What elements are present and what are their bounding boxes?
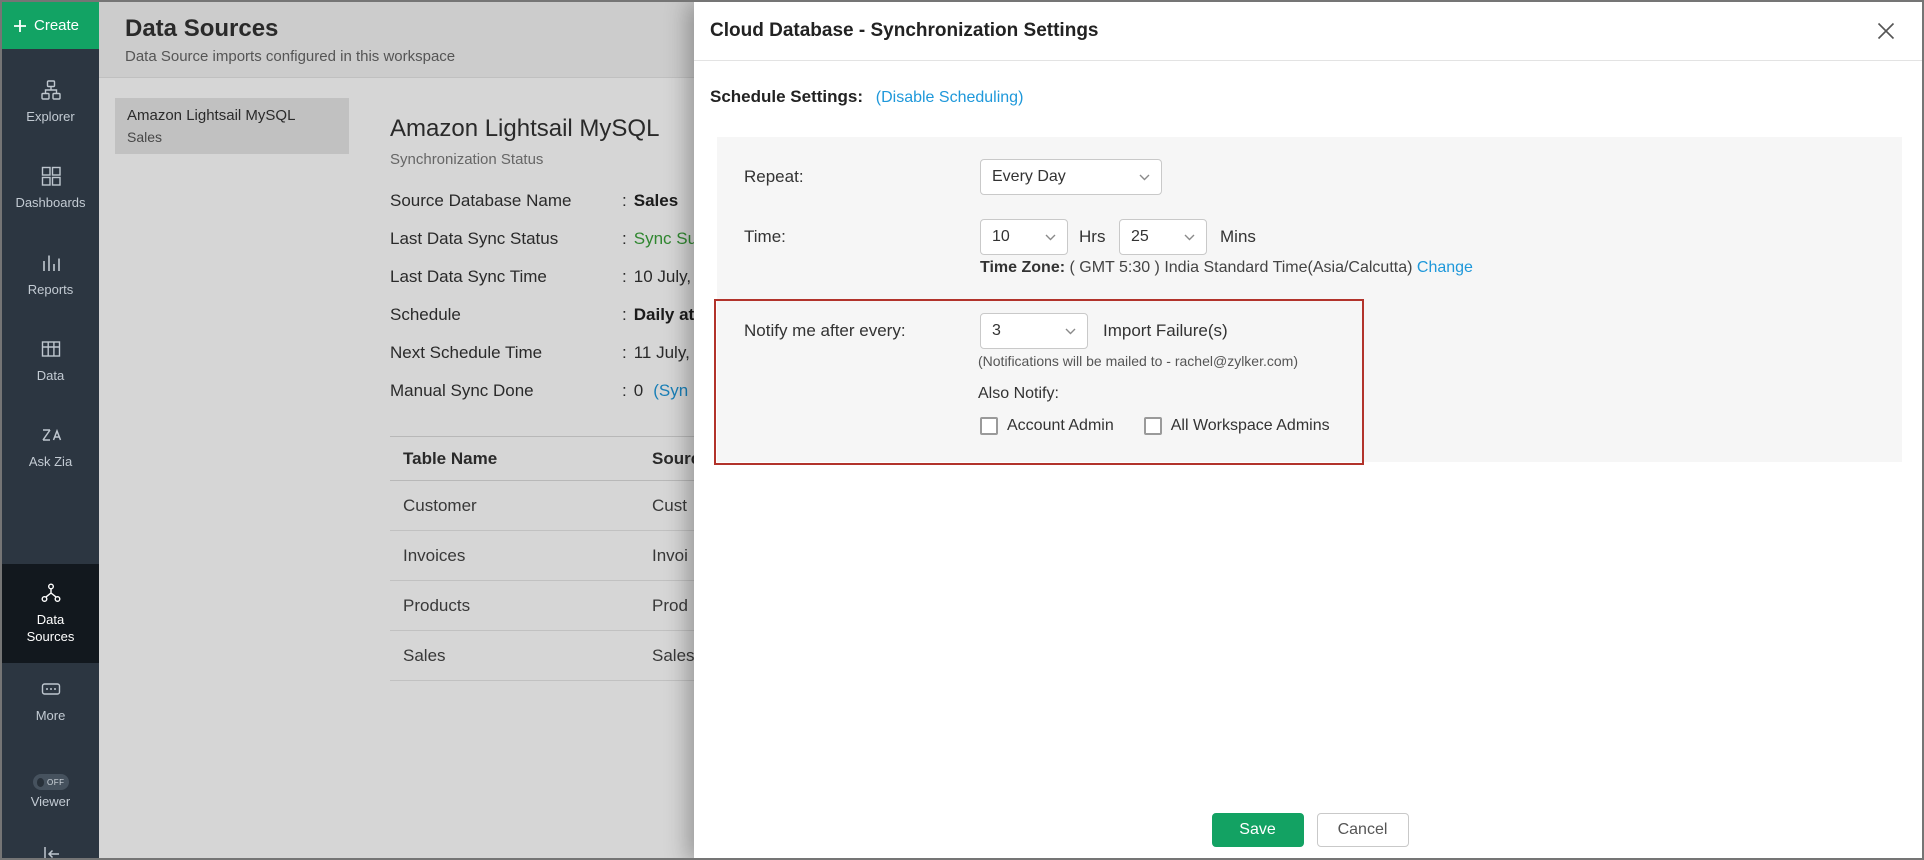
sidebar-item-explorer[interactable]: Explorer: [2, 59, 99, 145]
sidebar-item-viewer[interactable]: OFF Viewer: [2, 759, 99, 825]
failure-count-dropdown[interactable]: 3: [980, 313, 1088, 349]
notify-label: Notify me after every:: [744, 313, 906, 349]
all-workspace-admins-checkbox[interactable]: [1144, 417, 1162, 435]
timezone-row: Time Zone: ( GMT 5:30 ) India Standard T…: [980, 259, 1473, 277]
cancel-button[interactable]: Cancel: [1317, 813, 1409, 847]
modal-header: Cloud Database - Synchronization Setting…: [694, 2, 1924, 61]
create-button[interactable]: Create: [2, 2, 99, 49]
sidebar-item-label: Explorer: [26, 109, 74, 125]
minutes-dropdown[interactable]: 25: [1119, 219, 1207, 255]
data-sources-icon: [40, 582, 62, 607]
chevron-down-icon: [1065, 328, 1076, 335]
sidebar-item-label: Data: [37, 368, 64, 384]
chevron-down-icon: [1045, 234, 1056, 241]
data-table-icon: [40, 338, 62, 363]
repeat-dropdown[interactable]: Every Day: [980, 159, 1162, 195]
import-failures-label: Import Failure(s): [1103, 313, 1228, 349]
failure-count-value: 3: [992, 322, 1001, 340]
sidebar: Create Explorer Dashboards: [2, 2, 99, 858]
sync-settings-modal: Cloud Database - Synchronization Setting…: [694, 2, 1924, 860]
sidebar-item-reports[interactable]: Reports: [2, 232, 99, 318]
viewer-toggle[interactable]: OFF: [33, 774, 69, 790]
more-icon: [40, 678, 62, 703]
hours-dropdown[interactable]: 10: [980, 219, 1068, 255]
notification-email-note: (Notifications will be mailed to - rache…: [978, 353, 1298, 369]
sidebar-footer: [2, 825, 99, 860]
repeat-value: Every Day: [992, 168, 1066, 186]
chevron-down-icon: [1184, 234, 1195, 241]
disable-scheduling-link[interactable]: (Disable Scheduling): [876, 89, 1024, 106]
sidebar-item-data[interactable]: Data: [2, 318, 99, 404]
checkbox-label: Account Admin: [1007, 417, 1114, 435]
sidebar-item-more[interactable]: More: [2, 663, 99, 739]
sidebar-item-label: Ask Zia: [29, 454, 72, 470]
save-button[interactable]: Save: [1212, 813, 1304, 847]
toggle-state-label: OFF: [47, 778, 65, 787]
toggle-knob: [37, 778, 45, 787]
repeat-label: Repeat:: [744, 159, 804, 195]
schedule-settings-panel: Repeat: Every Day Time: 10 Hrs 25: [717, 137, 1902, 462]
sidebar-item-label: Reports: [28, 282, 74, 298]
sidebar-item-label: Viewer: [31, 794, 71, 810]
timezone-change-link[interactable]: Change: [1417, 259, 1473, 276]
sidebar-item-label: Data Sources: [22, 612, 80, 645]
account-admin-option[interactable]: Account Admin: [980, 417, 1114, 435]
dashboards-icon: [40, 165, 62, 190]
modal-footer: Save Cancel: [694, 813, 1924, 847]
time-label: Time:: [744, 219, 786, 255]
modal-title: Cloud Database - Synchronization Setting…: [710, 20, 1099, 42]
hrs-unit-label: Hrs: [1079, 219, 1105, 255]
sidebar-item-dashboards[interactable]: Dashboards: [2, 145, 99, 231]
reports-icon: [40, 252, 62, 277]
ask-zia-icon: [40, 424, 62, 449]
all-workspace-admins-option[interactable]: All Workspace Admins: [1144, 417, 1330, 435]
explorer-icon: [40, 79, 62, 104]
sidebar-item-ask-zia[interactable]: Ask Zia: [2, 404, 99, 490]
sidebar-item-label: Dashboards: [15, 195, 85, 211]
mins-unit-label: Mins: [1220, 219, 1256, 255]
sidebar-item-data-sources[interactable]: Data Sources: [2, 564, 99, 663]
create-label: Create: [34, 17, 79, 34]
also-notify-label: Also Notify:: [978, 385, 1059, 403]
sidebar-nav: Explorer Dashboards Reports: [2, 59, 99, 825]
chevron-down-icon: [1139, 174, 1150, 181]
plus-icon: [13, 19, 27, 33]
collapse-sidebar-icon[interactable]: [40, 843, 62, 860]
checkbox-label: All Workspace Admins: [1171, 417, 1330, 435]
sidebar-item-label: More: [36, 708, 66, 724]
account-admin-checkbox[interactable]: [980, 417, 998, 435]
minutes-value: 25: [1131, 228, 1149, 246]
also-notify-options: Account Admin All Workspace Admins: [980, 417, 1330, 435]
timezone-label: Time Zone:: [980, 259, 1065, 276]
app-window: Create Explorer Dashboards: [0, 0, 1924, 860]
schedule-settings-label: Schedule Settings:: [710, 87, 863, 106]
schedule-settings-row: Schedule Settings: (Disable Scheduling): [710, 87, 1902, 107]
hours-value: 10: [992, 228, 1010, 246]
timezone-value: ( GMT 5:30 ) India Standard Time(Asia/Ca…: [1065, 259, 1417, 276]
close-icon[interactable]: [1876, 21, 1896, 41]
